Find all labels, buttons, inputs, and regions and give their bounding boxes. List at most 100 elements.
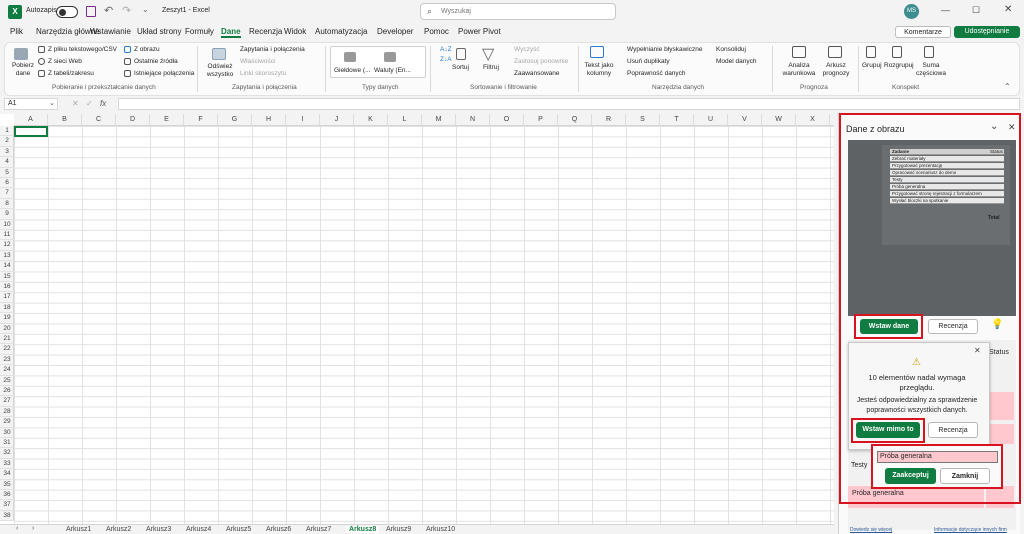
redo-icon[interactable]: ↷	[122, 4, 131, 17]
row-header[interactable]: 29	[0, 417, 14, 428]
row-header[interactable]: 9	[0, 209, 14, 220]
row-header[interactable]: 5	[0, 168, 14, 178]
sheet-tab[interactable]: Arkusz4	[186, 526, 211, 533]
column-header[interactable]: Q	[558, 114, 592, 126]
advanced-button[interactable]: Zaawansowane	[514, 70, 560, 78]
from-table-button[interactable]: Z tabeli/zakresu	[48, 70, 94, 78]
existing-connections-button[interactable]: Istniejące połączenia	[134, 70, 194, 78]
row-header[interactable]: 34	[0, 469, 14, 480]
column-header[interactable]: A	[14, 114, 48, 126]
prev-sheet-icon[interactable]: ‹	[16, 525, 18, 532]
autosave-toggle[interactable]	[56, 6, 78, 18]
get-data-button[interactable]: Pobierz dane	[10, 62, 36, 78]
sheet-tab[interactable]: Arkusz7	[306, 526, 331, 533]
column-header[interactable]: W	[762, 114, 796, 126]
row-header[interactable]: 26	[0, 386, 14, 397]
share-button[interactable]: Udostępnianie	[954, 26, 1020, 38]
row-header[interactable]: 18	[0, 303, 14, 314]
row-header[interactable]: 22	[0, 344, 14, 355]
insert-function-icon[interactable]: fx	[100, 99, 106, 108]
column-header[interactable]: O	[490, 114, 524, 126]
row-header[interactable]: 2	[0, 136, 14, 147]
menu-tab-dane[interactable]: Dane	[221, 27, 241, 38]
column-header[interactable]: D	[116, 114, 150, 126]
row-header[interactable]: 6	[0, 178, 14, 189]
recent-sources-button[interactable]: Ostatnie źródła	[134, 58, 178, 66]
row-header[interactable]: 21	[0, 334, 14, 345]
save-icon[interactable]	[86, 6, 96, 17]
menu-tab-formuły[interactable]: Formuły	[185, 27, 214, 36]
remove-duplicates-button[interactable]: Usuń duplikaty	[627, 58, 670, 66]
row-header[interactable]: 4	[0, 157, 14, 168]
learn-more-link[interactable]: Dowiedz się więcej	[850, 527, 892, 533]
from-text-csv-button[interactable]: Z pliku tekstowego/CSV	[48, 46, 117, 54]
formula-input[interactable]	[118, 98, 1020, 110]
subtotal-button[interactable]: Suma częściowa	[916, 62, 946, 78]
active-cell[interactable]	[14, 126, 48, 137]
data-validation-button[interactable]: Poprawność danych	[627, 70, 686, 78]
row-header[interactable]: 32	[0, 448, 14, 459]
data-model-button[interactable]: Model danych	[716, 58, 756, 66]
avatar[interactable]: MS	[904, 4, 919, 19]
consolidate-button[interactable]: Konsoliduj	[716, 46, 746, 54]
row-header[interactable]: 13	[0, 251, 14, 262]
name-box-dropdown-icon[interactable]: ⌄	[49, 99, 55, 107]
customize-toolbar-icon[interactable]: ⌄	[142, 5, 149, 14]
cell-area[interactable]	[14, 126, 834, 524]
sheet-tab[interactable]: Arkusz1	[66, 526, 91, 533]
menu-tab-automatyzacja[interactable]: Automatyzacja	[315, 27, 367, 36]
column-header[interactable]: J	[320, 114, 354, 126]
forecast-sheet-button[interactable]: Arkusz prognozy	[820, 62, 852, 78]
row-header[interactable]: 1	[0, 126, 14, 137]
next-sheet-icon[interactable]: ›	[32, 525, 34, 532]
row-header[interactable]: 20	[0, 324, 14, 334]
reapply-button[interactable]: Zastosuj ponownie	[514, 58, 568, 66]
column-header[interactable]: K	[354, 114, 388, 126]
close-icon[interactable]: ✕	[1004, 4, 1012, 15]
column-header[interactable]: N	[456, 114, 490, 126]
undo-icon[interactable]: ↶	[104, 4, 113, 17]
text-to-columns-button[interactable]: Tekst jako kolumny	[582, 62, 616, 78]
what-if-button[interactable]: Analiza warunkowa	[780, 62, 818, 78]
row-header[interactable]: 7	[0, 188, 14, 199]
comments-button[interactable]: Komentarze	[895, 26, 951, 38]
row-header[interactable]: 17	[0, 292, 14, 303]
search-box[interactable]: ⌕ Wyszukaj	[420, 3, 616, 20]
stocks-button[interactable]: Giełdowe (...	[334, 67, 371, 75]
column-header[interactable]: E	[150, 114, 184, 126]
sort-za-icon[interactable]: Z↓A	[440, 56, 452, 64]
collapse-ribbon-icon[interactable]: ⌃	[1004, 82, 1011, 91]
column-header[interactable]: S	[626, 114, 660, 126]
row-header[interactable]: 19	[0, 313, 14, 324]
row-header[interactable]: 15	[0, 272, 14, 282]
sheet-tab[interactable]: Arkusz6	[266, 526, 291, 533]
clear-button[interactable]: Wyczyść	[514, 46, 540, 54]
sort-az-icon[interactable]: A↓Z	[440, 46, 452, 54]
third-party-link[interactable]: Informacje dotyczące innych firm	[934, 527, 1007, 533]
row-header[interactable]: 16	[0, 282, 14, 293]
menu-tab-recenzja[interactable]: Recenzja	[249, 27, 282, 36]
row-header[interactable]: 23	[0, 355, 14, 366]
row-header[interactable]: 30	[0, 428, 14, 438]
menu-tab-widok[interactable]: Widok	[284, 27, 306, 36]
column-header[interactable]: R	[592, 114, 626, 126]
column-header[interactable]: G	[218, 114, 252, 126]
ungroup-button[interactable]: Rozgrupuj	[884, 62, 914, 70]
row-header[interactable]: 36	[0, 490, 14, 501]
column-header[interactable]: B	[48, 114, 82, 126]
refresh-all-button[interactable]: Odśwież wszystko	[204, 63, 236, 79]
sort-button[interactable]: Sortuj	[452, 64, 469, 72]
from-web-button[interactable]: Z sieci Web	[48, 58, 82, 66]
row-header[interactable]: 24	[0, 365, 14, 376]
cancel-entry-icon[interactable]: ✕	[72, 99, 79, 108]
row-header[interactable]: 14	[0, 261, 14, 272]
row-header[interactable]: 12	[0, 240, 14, 251]
menu-tab-pomoc[interactable]: Pomoc	[424, 27, 449, 36]
menu-tab-układ-strony[interactable]: Układ strony	[137, 27, 181, 36]
menu-tab-wstawianie[interactable]: Wstawianie	[90, 27, 131, 36]
row-header[interactable]: 8	[0, 199, 14, 210]
confirm-entry-icon[interactable]: ✓	[86, 99, 93, 108]
flash-fill-button[interactable]: Wypełnianie błyskawiczne	[627, 46, 702, 54]
row-header[interactable]: 3	[0, 147, 14, 158]
workbook-links-button[interactable]: Linki skoroszytu	[240, 70, 286, 78]
